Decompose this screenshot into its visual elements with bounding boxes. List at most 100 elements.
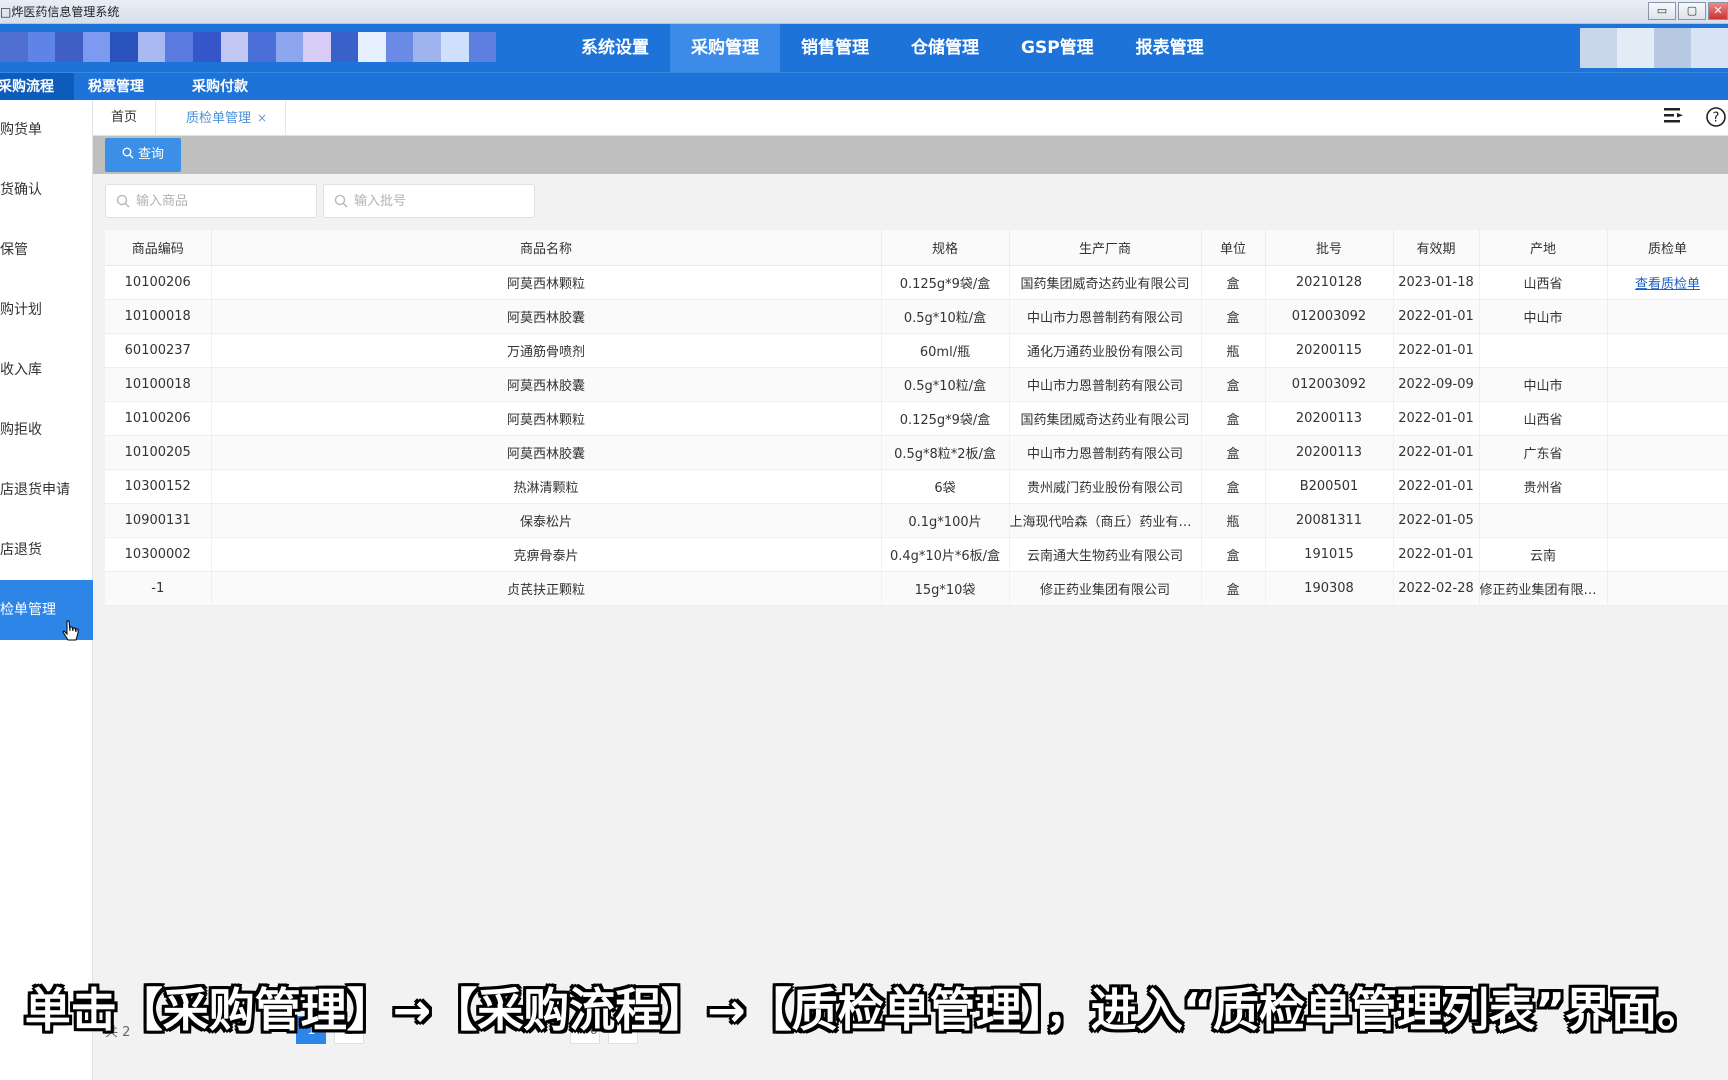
cell-unit: 盒 bbox=[1201, 469, 1266, 504]
cell-product-code: 10100206 bbox=[105, 401, 212, 436]
nav-warehouse-management[interactable]: 仓储管理 bbox=[890, 24, 1000, 72]
quality-inspection-table: 商品编码 商品名称 规格 生产厂商 单位 批号 有效期 产地 质检单 10100… bbox=[105, 230, 1728, 606]
cell-batch-no: 20081311 bbox=[1265, 503, 1394, 538]
cell-inspection bbox=[1607, 367, 1728, 402]
query-button[interactable]: 查询 bbox=[105, 138, 181, 172]
search-icon bbox=[116, 194, 130, 208]
cell-spec: 0.5g*10粒/盒 bbox=[881, 299, 1010, 334]
table-row[interactable]: 10300002 克痹骨泰片 0.4g*10片*6板/盒 云南通大生物药业有限公司盒 1… bbox=[105, 537, 1728, 572]
cell-product-code: 10300152 bbox=[105, 469, 212, 504]
column-header-expiry[interactable]: 有效期 bbox=[1393, 230, 1480, 266]
cell-expiry: 2022-01-01 bbox=[1393, 401, 1480, 436]
table-row[interactable]: -1 贞芪扶正颗粒 15g*10袋 修正药业集团有限公司盒 190308 2022-02-… bbox=[105, 571, 1728, 606]
svg-text:?: ? bbox=[1713, 111, 1720, 126]
sidebar-item-receive-storage[interactable]: 收入库 bbox=[0, 340, 93, 400]
tab-quality-inspection[interactable]: 质检单管理 × bbox=[168, 100, 287, 136]
column-header-batch-no[interactable]: 批号 bbox=[1265, 230, 1394, 266]
cell-expiry: 2022-01-01 bbox=[1393, 537, 1480, 572]
column-header-unit[interactable]: 单位 bbox=[1201, 230, 1266, 266]
tab-home[interactable]: 首页 bbox=[93, 100, 157, 136]
table-row[interactable]: 10100206 阿莫西林颗粒 0.125g*9袋/盒 国药集团威奇达药业有限公司盒 2… bbox=[105, 401, 1728, 436]
table-row[interactable]: 10100205 阿莫西林胶囊 0.5g*8粒*2板/盒 中山市力恩普制药有限公司盒 2… bbox=[105, 435, 1728, 470]
app-logo bbox=[0, 32, 497, 62]
sub-navigation: 采购流程 税票管理 采购付款 bbox=[0, 72, 1728, 101]
table-row[interactable]: 60100237 万通筋骨喷剂 60ml/瓶 通化万通药业股份有限公司瓶 2020011… bbox=[105, 333, 1728, 368]
sidebar-item-purchase-order[interactable]: 购货单 bbox=[0, 100, 93, 160]
cell-product-name: 阿莫西林胶囊 bbox=[211, 367, 882, 402]
cell-origin: 山西省 bbox=[1479, 401, 1608, 436]
subnav-purchase-process[interactable]: 采购流程 bbox=[0, 73, 74, 101]
cell-unit: 盒 bbox=[1201, 435, 1266, 470]
cell-origin: 云南 bbox=[1479, 537, 1608, 572]
sidebar-item-store-return-request[interactable]: 店退货申请 bbox=[0, 460, 93, 520]
cell-expiry: 2023-01-18 bbox=[1393, 265, 1480, 300]
column-header-manufacturer[interactable]: 生产厂商 bbox=[1009, 230, 1202, 266]
cell-inspection bbox=[1607, 333, 1728, 368]
cell-origin bbox=[1479, 333, 1608, 368]
window-titlebar: □烨医药信息管理系统 ▭ ▢ ✕ bbox=[0, 0, 1728, 24]
cell-product-code: 10100018 bbox=[105, 367, 212, 402]
cell-origin: 贵州省 bbox=[1479, 469, 1608, 504]
view-inspection-link[interactable]: 查看质检单 bbox=[1635, 277, 1700, 292]
cell-unit: 盒 bbox=[1201, 571, 1266, 606]
cell-product-code: 60100237 bbox=[105, 333, 212, 368]
cell-spec: 0.125g*9袋/盒 bbox=[881, 265, 1010, 300]
sidebar: 购货单 货确认 保管 购计划 收入库 购拒收 店退货申请 店退货 检单管理 bbox=[0, 100, 93, 1080]
batch-filter bbox=[323, 184, 535, 218]
cell-manufacturer: 修正药业集团有限公司 bbox=[1009, 571, 1202, 606]
column-header-product-name[interactable]: 商品名称 bbox=[211, 230, 882, 266]
column-header-product-code[interactable]: 商品编码 bbox=[105, 230, 212, 266]
cell-spec: 15g*10袋 bbox=[881, 571, 1010, 606]
main-menu: 系统设置 采购管理 销售管理 仓储管理 GSP管理 报表管理 bbox=[560, 24, 1225, 72]
table-row[interactable]: 10900131 保泰松片 0.1g*100片 上海现代哈森（商丘）药业有限... 瓶 2… bbox=[105, 503, 1728, 538]
tutorial-caption: 单击【采购管理】→【采购流程】→【质检单管理】，进入“质检单管理列表”界面。 bbox=[24, 983, 1704, 1037]
batch-search-input[interactable] bbox=[324, 185, 534, 217]
table-row[interactable]: 10100206 阿莫西林颗粒 0.125g*9袋/盒 国药集团威奇达药业有限公司盒 2… bbox=[105, 265, 1728, 300]
help-icon[interactable]: ? bbox=[1704, 106, 1728, 130]
cell-unit: 盒 bbox=[1201, 265, 1266, 300]
nav-gsp-management[interactable]: GSP管理 bbox=[1000, 24, 1115, 72]
cell-manufacturer: 上海现代哈森（商丘）药业有限... bbox=[1009, 503, 1202, 538]
sidebar-item-purchase-reject[interactable]: 购拒收 bbox=[0, 400, 93, 460]
table-row[interactable]: 10100018 阿莫西林胶囊 0.5g*10粒/盒 中山市力恩普制药有限公司盒 012… bbox=[105, 299, 1728, 334]
cell-manufacturer: 中山市力恩普制药有限公司 bbox=[1009, 435, 1202, 470]
cell-product-code: 10100018 bbox=[105, 299, 212, 334]
table-row[interactable]: 10300152 热淋清颗粒 6袋 贵州威门药业股份有限公司盒 B200501 2022-… bbox=[105, 469, 1728, 504]
minimize-button[interactable]: ▭ bbox=[1648, 2, 1676, 20]
nav-report-management[interactable]: 报表管理 bbox=[1115, 24, 1225, 72]
cell-inspection bbox=[1607, 503, 1728, 538]
cell-unit: 瓶 bbox=[1201, 333, 1266, 368]
cell-batch-no: 20200115 bbox=[1265, 333, 1394, 368]
sidebar-item-arrival-confirm[interactable]: 货确认 bbox=[0, 160, 93, 220]
menu-list-icon[interactable] bbox=[1662, 106, 1686, 130]
cell-inspection bbox=[1607, 571, 1728, 606]
close-button[interactable]: ✕ bbox=[1708, 2, 1728, 20]
cell-inspection bbox=[1607, 469, 1728, 504]
subnav-tax-invoice[interactable]: 税票管理 bbox=[68, 73, 164, 101]
cell-batch-no: 20210128 bbox=[1265, 265, 1394, 300]
window-title: □烨医药信息管理系统 bbox=[0, 5, 120, 19]
nav-system-settings[interactable]: 系统设置 bbox=[560, 24, 670, 72]
cell-inspection bbox=[1607, 435, 1728, 470]
sidebar-item-purchase-plan[interactable]: 购计划 bbox=[0, 280, 93, 340]
cell-batch-no: 012003092 bbox=[1265, 367, 1394, 402]
sidebar-item-custody[interactable]: 保管 bbox=[0, 220, 93, 280]
column-header-origin[interactable]: 产地 bbox=[1479, 230, 1608, 266]
sidebar-item-store-return[interactable]: 店退货 bbox=[0, 520, 93, 580]
cell-origin bbox=[1479, 503, 1608, 538]
product-search-input[interactable] bbox=[106, 185, 316, 217]
column-header-spec[interactable]: 规格 bbox=[881, 230, 1010, 266]
action-toolbar: 查询 bbox=[93, 136, 1728, 174]
nav-purchase-management[interactable]: 采购管理 bbox=[670, 24, 780, 72]
column-header-inspection[interactable]: 质检单 bbox=[1607, 230, 1728, 266]
maximize-button[interactable]: ▢ bbox=[1678, 2, 1706, 20]
user-avatar[interactable] bbox=[1580, 28, 1728, 68]
cell-spec: 0.5g*10粒/盒 bbox=[881, 367, 1010, 402]
cell-product-name: 克痹骨泰片 bbox=[211, 537, 882, 572]
tab-close-icon[interactable]: × bbox=[257, 111, 267, 125]
subnav-purchase-payment[interactable]: 采购付款 bbox=[172, 73, 268, 101]
cell-spec: 6袋 bbox=[881, 469, 1010, 504]
nav-sales-management[interactable]: 销售管理 bbox=[780, 24, 890, 72]
cell-batch-no: 190308 bbox=[1265, 571, 1394, 606]
table-row[interactable]: 10100018 阿莫西林胶囊 0.5g*10粒/盒 中山市力恩普制药有限公司盒 012… bbox=[105, 367, 1728, 402]
